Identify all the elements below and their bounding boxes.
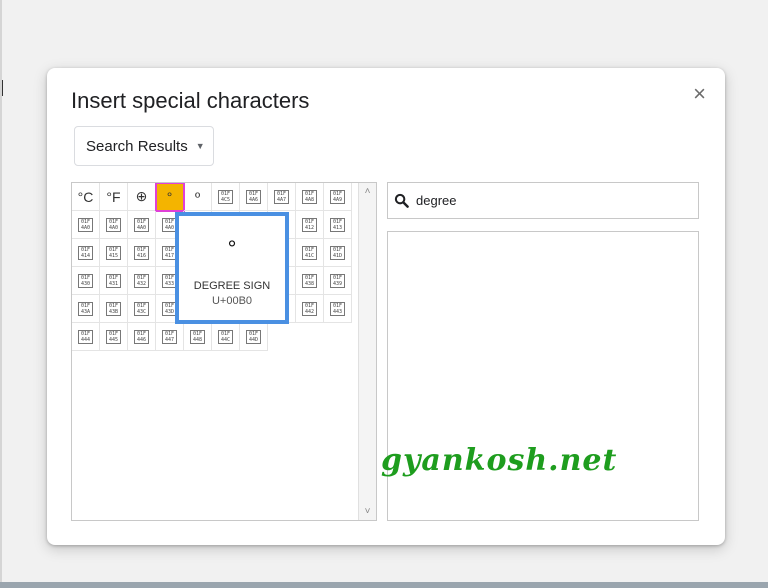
missing-glyph-icon: 01F 443 <box>330 301 345 316</box>
missing-glyph-icon: 01F 44D <box>246 329 261 344</box>
character-cell[interactable]: 01F 43A <box>72 295 100 323</box>
character-cell[interactable]: 01F 430 <box>72 267 100 295</box>
character-glyph: ⊕ <box>135 188 148 204</box>
character-cell[interactable]: 01F 448 <box>184 323 212 351</box>
character-cell[interactable]: 01F 414 <box>72 239 100 267</box>
character-cell[interactable]: 01F 432 <box>128 267 156 295</box>
character-cell[interactable]: 01F 412 <box>296 211 324 239</box>
missing-glyph-icon: 01F 43A <box>78 301 93 316</box>
missing-glyph-icon: 01F 448 <box>190 329 205 344</box>
character-cell[interactable]: ⊕ <box>128 183 156 211</box>
character-cell[interactable]: 01F 43C <box>128 295 156 323</box>
character-cell[interactable]: 01F 43B <box>100 295 128 323</box>
missing-glyph-icon: 01F 43B <box>106 301 121 316</box>
missing-glyph-icon: 01F 43C <box>134 301 149 316</box>
missing-glyph-icon: 01F 4A6 <box>246 189 261 204</box>
preview-code: U+00B0 <box>211 295 253 307</box>
character-glyph: °C <box>77 188 94 205</box>
character-cell[interactable]: °C <box>72 183 100 211</box>
character-cell[interactable]: 01F 415 <box>100 239 128 267</box>
character-cell[interactable]: 01F 4C5 <box>212 183 240 211</box>
chevron-down-icon: ▼ <box>195 141 205 151</box>
character-cell[interactable]: 01F 41D <box>324 239 352 267</box>
missing-glyph-icon: 01F 432 <box>134 273 149 288</box>
character-cell[interactable]: 01F 445 <box>100 323 128 351</box>
grid-scrollbar[interactable]: ˄ ˅ <box>358 183 376 520</box>
missing-glyph-icon: 01F 445 <box>106 329 121 344</box>
character-cell[interactable]: 01F 446 <box>128 323 156 351</box>
missing-glyph-icon: 01F 438 <box>302 273 317 288</box>
character-cell[interactable]: 01F 4A9 <box>324 183 352 211</box>
character-cell[interactable]: 01F 442 <box>296 295 324 323</box>
preview-name: DEGREE SIGN <box>193 280 271 292</box>
character-cell[interactable]: 01F 413 <box>324 211 352 239</box>
missing-glyph-icon: 01F 412 <box>302 217 317 232</box>
missing-glyph-icon: 01F 430 <box>78 273 93 288</box>
character-cell[interactable]: 01F 4A0 <box>100 211 128 239</box>
character-cell[interactable]: º <box>184 183 212 211</box>
character-cell[interactable]: 01F 4A0 <box>128 211 156 239</box>
character-cell[interactable]: 01F 416 <box>128 239 156 267</box>
character-cell[interactable]: 01F 431 <box>100 267 128 295</box>
character-cell[interactable]: 01F 443 <box>324 295 352 323</box>
preview-glyph: ° <box>227 236 237 261</box>
character-cell[interactable]: 01F 41C <box>296 239 324 267</box>
character-cell[interactable]: 01F 444 <box>72 323 100 351</box>
scroll-down-icon[interactable]: ˅ <box>359 506 376 517</box>
character-cell[interactable]: °F <box>100 183 128 211</box>
character-cell[interactable]: 01F 4A6 <box>240 183 268 211</box>
missing-glyph-icon: 01F 41C <box>302 245 317 260</box>
missing-glyph-icon: 01F 4A0 <box>78 217 93 232</box>
missing-glyph-icon: 01F 4A9 <box>330 189 345 204</box>
missing-glyph-icon: 01F 4A8 <box>302 189 317 204</box>
search-box[interactable] <box>387 182 699 219</box>
search-icon <box>394 193 410 209</box>
character-cell[interactable]: ° <box>155 183 185 212</box>
missing-glyph-icon: 01F 4A0 <box>134 217 149 232</box>
character-cell[interactable]: 01F 44C <box>212 323 240 351</box>
watermark: gyankosh.net <box>381 443 618 478</box>
close-icon[interactable]: × <box>693 83 706 105</box>
missing-glyph-icon: 01F 431 <box>106 273 121 288</box>
missing-glyph-icon: 01F 442 <box>302 301 317 316</box>
character-cell[interactable]: 01F 4A0 <box>72 211 100 239</box>
character-preview-tooltip: ° DEGREE SIGN U+00B0 <box>175 212 289 324</box>
missing-glyph-icon: 01F 41D <box>330 245 345 260</box>
category-dropdown-label: Search Results <box>86 137 188 155</box>
missing-glyph-icon: 01F 446 <box>134 329 149 344</box>
missing-glyph-icon: 01F 414 <box>78 245 93 260</box>
missing-glyph-icon: 01F 4C5 <box>218 189 233 204</box>
scroll-up-icon[interactable]: ˄ <box>359 186 376 197</box>
missing-glyph-icon: 01F 416 <box>134 245 149 260</box>
character-cell[interactable]: 01F 438 <box>296 267 324 295</box>
character-cell[interactable]: 01F 44D <box>240 323 268 351</box>
character-glyph: º <box>194 188 201 205</box>
character-glyph: ° <box>166 188 173 205</box>
missing-glyph-icon: 01F 415 <box>106 245 121 260</box>
search-input[interactable] <box>414 192 688 209</box>
character-cell[interactable]: 01F 4A7 <box>268 183 296 211</box>
missing-glyph-icon: 01F 4A7 <box>274 189 289 204</box>
missing-glyph-icon: 01F 44C <box>218 329 233 344</box>
missing-glyph-icon: 01F 447 <box>162 329 177 344</box>
character-cell[interactable]: 01F 439 <box>324 267 352 295</box>
missing-glyph-icon: 01F 439 <box>330 273 345 288</box>
category-dropdown[interactable]: Search Results ▼ <box>74 126 214 166</box>
character-cell[interactable]: 01F 4A8 <box>296 183 324 211</box>
dialog-title: Insert special characters <box>71 88 310 113</box>
taskbar-edge <box>0 582 768 588</box>
text-cursor <box>2 80 3 96</box>
missing-glyph-icon: 01F 413 <box>330 217 345 232</box>
missing-glyph-icon: 01F 4A0 <box>106 217 121 232</box>
character-cell[interactable]: 01F 447 <box>156 323 184 351</box>
missing-glyph-icon: 01F 444 <box>78 329 93 344</box>
character-glyph: °F <box>106 188 121 205</box>
